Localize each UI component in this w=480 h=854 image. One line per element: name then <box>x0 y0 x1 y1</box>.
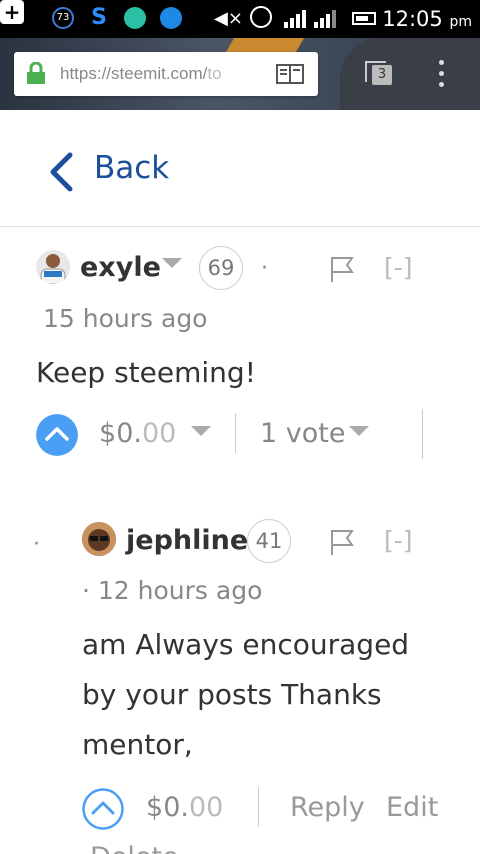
signal-icon <box>284 10 306 28</box>
flag-icon[interactable] <box>328 528 356 556</box>
comment-body: am Always encouraged by your posts Thank… <box>82 620 409 770</box>
app-notification-icon <box>124 7 146 29</box>
collapse-toggle[interactable]: [-] <box>384 253 413 283</box>
upvote-icon[interactable] <box>82 788 124 830</box>
reply-button[interactable]: Reply <box>290 792 365 824</box>
payout-prefix: $ <box>99 418 117 449</box>
avatar-exyle[interactable] <box>36 250 70 284</box>
edit-button[interactable]: Edit <box>386 792 438 824</box>
url-host: https://steemit.com/ <box>60 64 208 83</box>
avatar-jephline[interactable] <box>82 522 116 556</box>
comment-username[interactable]: exyle <box>80 252 161 284</box>
reputation-badge: 41 <box>247 519 291 563</box>
status-bar: + 73 S ◀× 12:05 pm <box>0 0 480 38</box>
tab-count: 3 <box>372 65 392 85</box>
divider <box>422 409 423 459</box>
url-fade: to <box>207 64 222 83</box>
clock-ampm: pm <box>449 14 472 30</box>
flag-icon[interactable] <box>328 255 356 283</box>
reputation-badge: 69 <box>199 246 243 290</box>
add-notification-icon: + <box>0 0 24 24</box>
payout-caret-icon[interactable] <box>191 426 211 436</box>
user-menu-caret-icon[interactable] <box>162 258 182 268</box>
payout-amount[interactable]: $0.00 <box>146 792 223 824</box>
url-text[interactable]: https://steemit.com/to <box>60 63 260 85</box>
payout-cents: 00 <box>141 418 177 449</box>
comment-body-line: am Always encouraged <box>82 628 410 661</box>
back-chevron-icon[interactable] <box>48 152 74 192</box>
signal-h-icon <box>314 10 336 28</box>
avatar-exyle-image <box>40 254 66 284</box>
comment-body: Keep steeming! <box>36 356 256 389</box>
avatar-jephline-image <box>82 522 116 556</box>
back-button[interactable]: Back <box>94 150 169 186</box>
vote-count[interactable]: 1 vote <box>260 418 345 450</box>
divider <box>235 413 236 453</box>
overflow-menu-icon[interactable] <box>438 60 446 88</box>
comment-timestamp[interactable]: 15 hours ago <box>43 304 207 334</box>
clock: 12:05 pm <box>382 6 472 35</box>
comment-username[interactable]: jephline <box>126 525 248 557</box>
separator-dot: · <box>261 256 268 281</box>
telegram-icon <box>160 7 182 29</box>
votes-caret-icon[interactable] <box>349 426 369 436</box>
comment-body-line: mentor, <box>82 728 193 761</box>
notification-count-badge: 73 <box>52 7 74 29</box>
divider <box>258 787 259 827</box>
upvote-icon[interactable] <box>36 414 78 456</box>
lock-icon <box>27 62 45 84</box>
thread-bullet: · <box>33 532 40 557</box>
comment-timestamp[interactable]: · 12 hours ago <box>82 576 262 606</box>
clock-time: 12:05 <box>382 7 443 31</box>
battery-icon <box>352 12 376 25</box>
delete-button[interactable]: Delete <box>90 842 179 854</box>
app-s-icon: S <box>91 5 107 30</box>
payout-cents: 00 <box>188 792 224 823</box>
payout-amount[interactable]: $0.00 <box>99 418 176 450</box>
comment-body-line: by your posts Thanks <box>82 678 382 711</box>
collapse-toggle[interactable]: [-] <box>384 526 413 556</box>
toolbar-decoration <box>225 38 305 52</box>
address-bar[interactable]: https://steemit.com/to <box>14 52 318 96</box>
tabs-switcher[interactable]: 3 <box>340 38 480 110</box>
payout-main: 0. <box>163 792 189 823</box>
payout-main: 0. <box>116 418 142 449</box>
alarm-icon <box>250 6 272 28</box>
reader-mode-icon[interactable] <box>276 64 304 84</box>
payout-prefix: $ <box>146 792 164 823</box>
mute-icon: ◀× <box>214 8 243 29</box>
